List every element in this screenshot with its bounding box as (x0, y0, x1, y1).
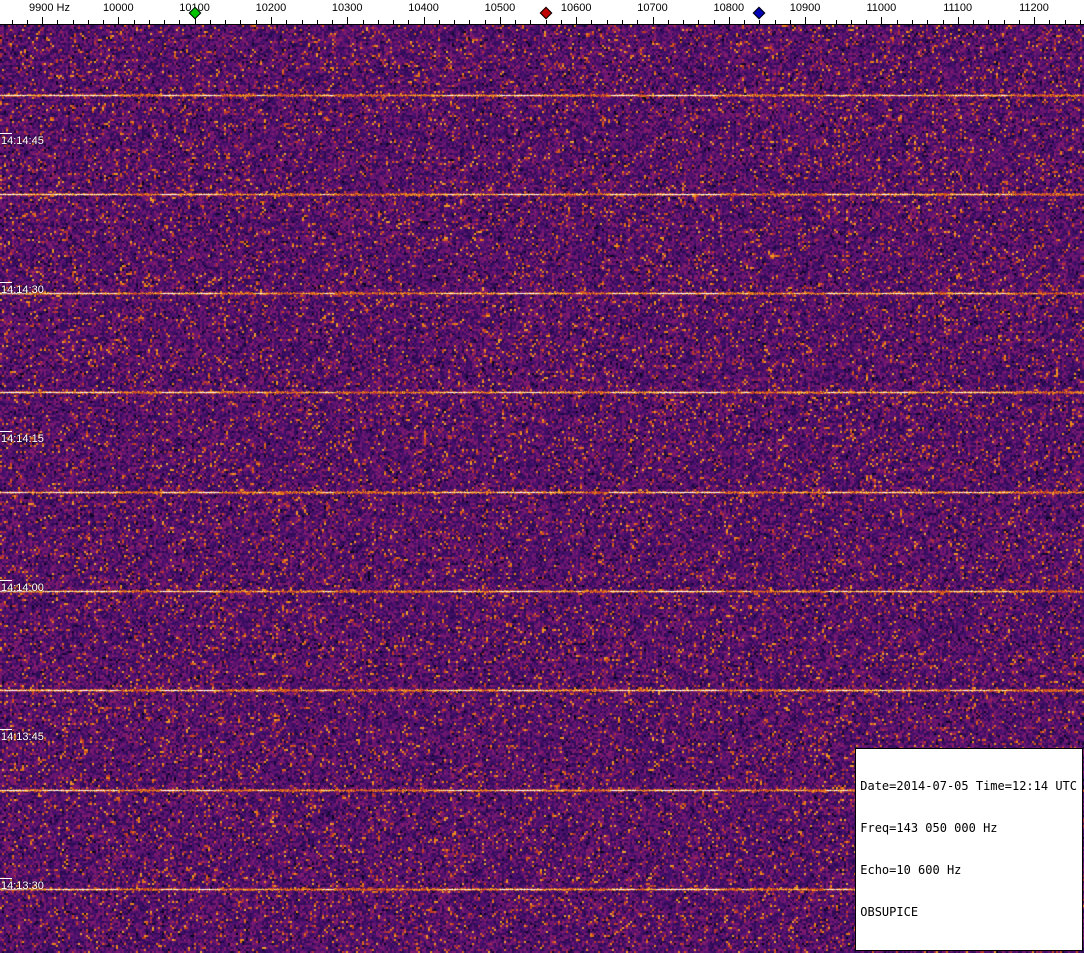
freq-minor-tick (698, 20, 699, 24)
info-date-time: Date=2014-07-05 Time=12:14 UTC (860, 779, 1077, 793)
freq-minor-tick (57, 20, 58, 24)
freq-major-tick (805, 17, 806, 24)
freq-minor-tick (1049, 20, 1050, 24)
freq-minor-tick (714, 20, 715, 24)
freq-axis-label: 10500 (485, 2, 516, 14)
freq-axis-label: 10600 (561, 2, 592, 14)
freq-major-tick (42, 17, 43, 24)
freq-minor-tick (103, 20, 104, 24)
freq-minor-tick (210, 20, 211, 24)
freq-major-tick (958, 17, 959, 24)
blue-diamond-marker[interactable] (753, 7, 766, 20)
freq-axis-label: 10700 (637, 2, 668, 14)
freq-minor-tick (164, 20, 165, 24)
freq-minor-tick (12, 20, 13, 24)
freq-axis-label: 9900 Hz (29, 2, 70, 14)
freq-minor-tick (317, 20, 318, 24)
freq-minor-tick (683, 20, 684, 24)
freq-minor-tick (454, 20, 455, 24)
freq-minor-tick (607, 20, 608, 24)
freq-minor-tick (225, 20, 226, 24)
freq-minor-tick (256, 20, 257, 24)
freq-minor-tick (820, 20, 821, 24)
freq-minor-tick (240, 20, 241, 24)
info-echo: Echo=10 600 Hz (860, 863, 1077, 877)
waterfall-area: 14:14:45 14:14:30 14:14:15 14:14:00 14:13:45… (0, 25, 1084, 953)
freq-minor-tick (530, 20, 531, 24)
freq-minor-tick (973, 20, 974, 24)
freq-minor-tick (943, 20, 944, 24)
info-station: OBSUPICE (860, 905, 1077, 919)
freq-axis-label: 10300 (332, 2, 363, 14)
freq-minor-tick (897, 20, 898, 24)
freq-axis-label: 10200 (256, 2, 287, 14)
freq-minor-tick (302, 20, 303, 24)
freq-minor-tick (561, 20, 562, 24)
freq-minor-tick (866, 20, 867, 24)
freq-major-tick (424, 17, 425, 24)
freq-minor-tick (515, 20, 516, 24)
station-info-box: Date=2014-07-05 Time=12:14 UTC Freq=143 … (855, 748, 1083, 951)
freq-minor-tick (73, 20, 74, 24)
freq-minor-tick (851, 20, 852, 24)
freq-axis-label: 11000 (867, 2, 897, 14)
freq-major-tick (500, 17, 501, 24)
meteor-waterfall-window: 9900 Hz100001010010200103001040010500106… (0, 0, 1084, 953)
freq-minor-tick (546, 20, 547, 24)
freq-minor-tick (363, 20, 364, 24)
freq-minor-tick (668, 20, 669, 24)
freq-minor-tick (134, 20, 135, 24)
red-diamond-marker[interactable] (539, 7, 552, 20)
freq-major-tick (271, 17, 272, 24)
freq-major-tick (576, 17, 577, 24)
freq-minor-tick (744, 20, 745, 24)
freq-axis-label: 10800 (714, 2, 745, 14)
freq-minor-tick (836, 20, 837, 24)
freq-axis-label: 10000 (103, 2, 134, 14)
freq-minor-tick (439, 20, 440, 24)
freq-minor-tick (1065, 20, 1066, 24)
freq-minor-tick (27, 20, 28, 24)
freq-minor-tick (1004, 20, 1005, 24)
freq-minor-tick (790, 20, 791, 24)
freq-minor-tick (622, 20, 623, 24)
freq-axis-label: 10400 (408, 2, 439, 14)
freq-minor-tick (179, 20, 180, 24)
freq-minor-tick (469, 20, 470, 24)
frequency-axis[interactable]: 9900 Hz100001010010200103001040010500106… (0, 0, 1084, 25)
freq-minor-tick (149, 20, 150, 24)
freq-minor-tick (88, 20, 89, 24)
freq-axis-label: 11100 (943, 2, 972, 14)
freq-minor-tick (1080, 20, 1081, 24)
freq-axis-label: 11200 (1019, 2, 1049, 14)
freq-major-tick (729, 17, 730, 24)
freq-major-tick (347, 17, 348, 24)
freq-minor-tick (759, 20, 760, 24)
freq-minor-tick (988, 20, 989, 24)
freq-minor-tick (332, 20, 333, 24)
freq-minor-tick (591, 20, 592, 24)
freq-major-tick (881, 17, 882, 24)
freq-minor-tick (286, 20, 287, 24)
info-frequency: Freq=143 050 000 Hz (860, 821, 1077, 835)
freq-minor-tick (775, 20, 776, 24)
freq-minor-tick (912, 20, 913, 24)
freq-major-tick (653, 17, 654, 24)
freq-major-tick (118, 17, 119, 24)
freq-axis-label: 10900 (790, 2, 821, 14)
freq-minor-tick (485, 20, 486, 24)
freq-minor-tick (637, 20, 638, 24)
freq-minor-tick (393, 20, 394, 24)
freq-major-tick (1034, 17, 1035, 24)
freq-minor-tick (408, 20, 409, 24)
freq-minor-tick (927, 20, 928, 24)
freq-minor-tick (1019, 20, 1020, 24)
freq-minor-tick (378, 20, 379, 24)
